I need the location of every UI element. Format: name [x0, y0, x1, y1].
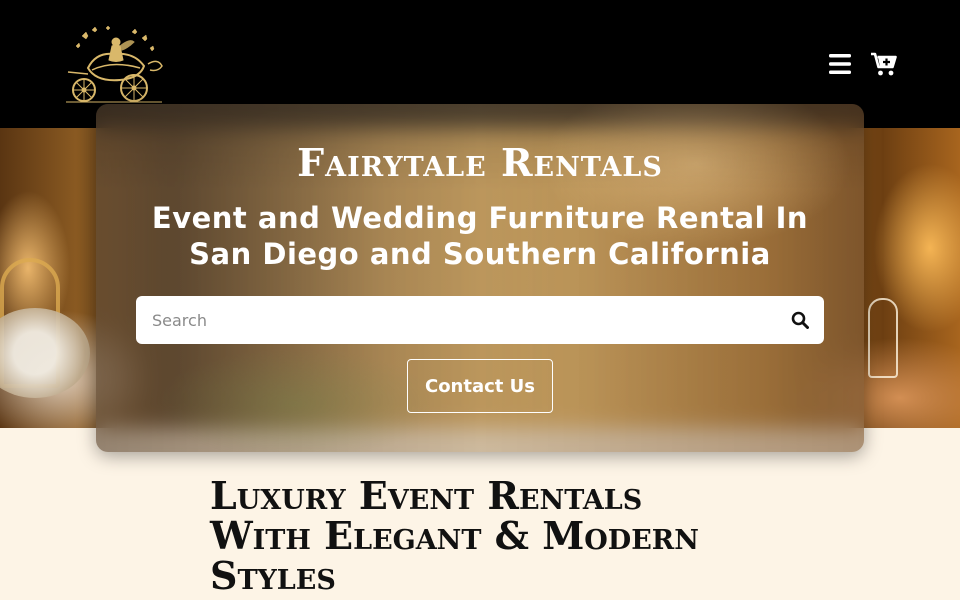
plate-decoration	[0, 308, 90, 398]
section-heading: Luxury Event Rentals With Elegant & Mode…	[210, 473, 699, 598]
glass-decoration	[868, 298, 898, 378]
search-icon[interactable]	[776, 296, 824, 344]
cart-plus-icon[interactable]	[870, 50, 898, 78]
hero-card: Fairytale Rentals Event and Wedding Furn…	[96, 104, 864, 452]
search-input[interactable]	[136, 296, 776, 344]
logo[interactable]	[62, 24, 166, 104]
hero-subtitle: Event and Wedding Furniture Rental In Sa…	[151, 201, 809, 271]
contact-us-button[interactable]: Contact Us	[407, 359, 553, 413]
carriage-fairy-logo-icon	[66, 25, 163, 103]
hamburger-menu-icon[interactable]	[828, 52, 852, 76]
brand-title: Fairytale Rentals	[297, 140, 663, 185]
search-bar	[136, 296, 824, 344]
